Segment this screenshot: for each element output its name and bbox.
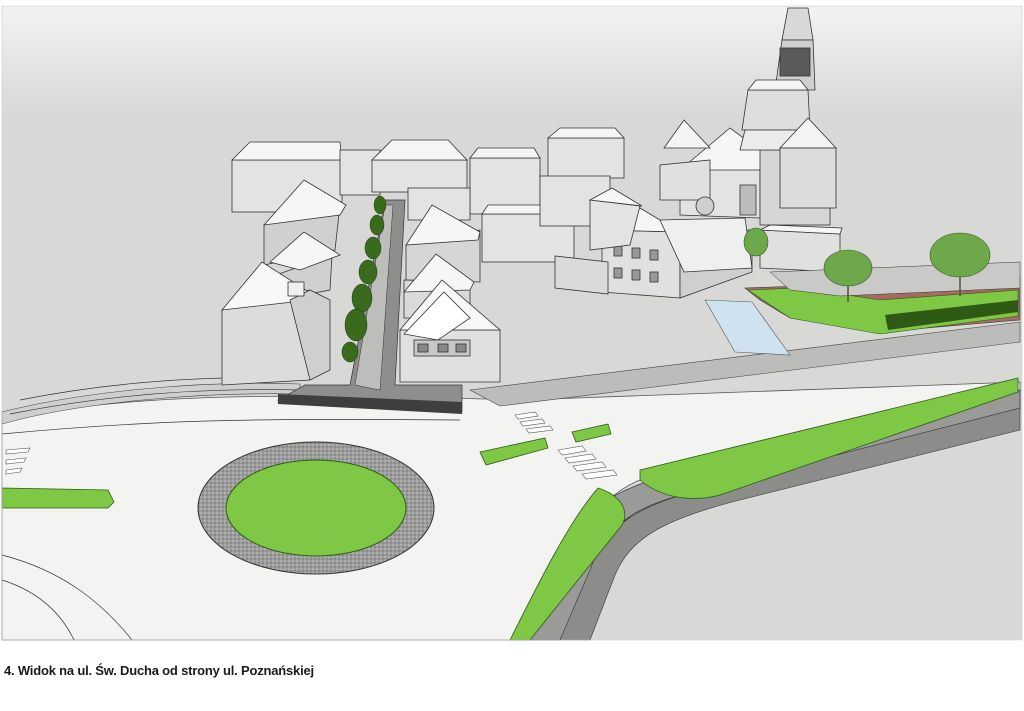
figure-caption: 4. Widok na ul. Św. Ducha od strony ul. … bbox=[4, 663, 314, 678]
grass-strip-left bbox=[1, 487, 115, 509]
model-view bbox=[1, 5, 1023, 641]
sky bbox=[2, 6, 1022, 118]
roundabout-grass bbox=[225, 459, 407, 557]
